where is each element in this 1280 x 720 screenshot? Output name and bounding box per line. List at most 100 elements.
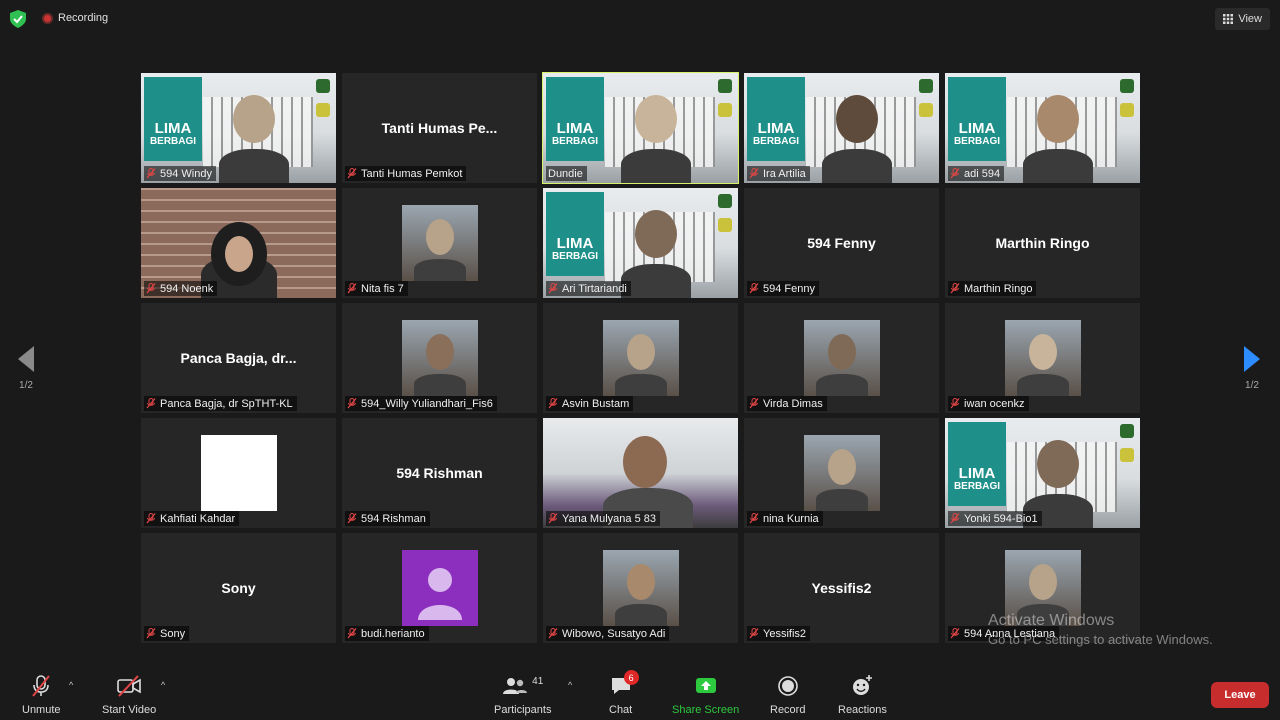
mic-muted-icon [347,398,357,409]
mic-muted-icon [749,628,759,639]
profile-photo [602,550,679,626]
participant-name-label: iwan ocenkz [948,396,1029,411]
share-screen-label: Share Screen [672,704,740,716]
person-head [623,436,667,488]
chevron-right-icon[interactable] [1244,346,1260,372]
mic-muted-icon [749,398,759,409]
participant-tile[interactable]: 594 Fenny 594 Fenny [744,188,939,298]
participant-tile[interactable]: LIMA BERBAGI Ari Tirtariandi [543,188,738,298]
unmute-label: Unmute [22,704,61,716]
chevron-left-icon[interactable] [18,346,34,372]
participant-tile[interactable]: 594_Willy Yuliandhari_Fis6 [342,303,537,413]
participant-name-label: adi 594 [948,166,1005,181]
lima-berbagi-logo: LIMA BERBAGI [948,77,1006,161]
participant-tile[interactable]: Sony Sony [141,533,336,643]
participant-tile[interactable]: budi.herianto [342,533,537,643]
emblem-icon [718,218,732,232]
participant-tile[interactable]: Nita fis 7 [342,188,537,298]
person-shoulders [815,489,868,511]
participants-caret-icon[interactable]: ^ [568,680,572,690]
participant-tile[interactable]: 594 Rishman 594 Rishman [342,418,537,528]
watermark-subtitle: Go to PC settings to activate Windows. [988,632,1213,647]
activate-windows-watermark: Activate Windows Go to PC settings to ac… [988,612,1213,647]
participant-name: Sony [160,627,186,640]
participant-tile[interactable]: Virda Dimas [744,303,939,413]
prev-page[interactable]: 1/2 [18,346,34,391]
participant-tile[interactable]: LIMA BERBAGI Ira Artilia [744,73,939,183]
mic-muted-icon [146,398,156,409]
reactions-label: Reactions [838,704,887,716]
participant-tile[interactable]: 594 Noenk [141,188,336,298]
lima-berbagi-logo: LIMA BERBAGI [747,77,805,161]
person-head [626,564,655,600]
participant-tile[interactable]: nina Kurnia [744,418,939,528]
mic-muted-icon [749,283,759,294]
participant-tile[interactable]: Yana Mulyana 5 83 [543,418,738,528]
top-bar: Recording View [0,0,1280,40]
record-button[interactable]: Record [770,674,805,716]
participant-tile[interactable]: LIMA BERBAGI Dundie [542,72,739,184]
reactions-button[interactable]: Reactions [838,674,887,716]
participant-tile[interactable]: Kahfiati Kahdar [141,418,336,528]
mic-muted-icon [347,513,357,524]
audio-options-caret-icon[interactable]: ^ [69,680,73,690]
mic-muted-icon [749,168,759,179]
participant-tile[interactable]: Asvin Bustam [543,303,738,413]
chat-button[interactable]: 6 Chat [609,670,639,716]
view-button[interactable]: View [1215,8,1270,30]
participant-name: Nita fis 7 [361,282,404,295]
emblem-icon [316,79,330,93]
person-shoulders [621,264,691,298]
next-page[interactable]: 1/2 [1244,346,1260,391]
participant-tile[interactable]: LIMA BERBAGI Yonki 594-Bio1 [945,418,1140,528]
mic-muted-icon [548,283,558,294]
participant-tile[interactable]: Yessifis2 Yessifis2 [744,533,939,643]
participant-tile[interactable]: Marthin Ringo Marthin Ringo [945,188,1140,298]
chat-label: Chat [609,704,633,716]
participant-display-name: 594 Rishman [396,465,483,481]
mic-muted-icon [548,513,558,524]
participant-name: Yonki 594-Bio1 [964,512,1038,525]
leave-button[interactable]: Leave [1211,682,1269,708]
participant-tile[interactable]: LIMA BERBAGI 594 Windy [141,73,336,183]
participant-tile[interactable]: iwan ocenkz [945,303,1140,413]
participant-name-label: Panca Bagja, dr SpTHT-KL [144,396,297,411]
participant-name-label: 594 Windy [144,166,216,181]
share-screen-button[interactable]: Share Screen [672,674,739,716]
person-shoulders [413,259,466,281]
person-head [827,334,856,370]
participant-name-label: Ira Artilia [747,166,810,181]
participant-tile[interactable]: Panca Bagja, dr... Panca Bagja, dr SpTHT-… [141,303,336,413]
gallery-grid: LIMA BERBAGI 594 Windy Tanti Humas Pe... Tan… [141,72,1141,645]
person-shoulders [614,374,667,396]
profile-photo [602,320,679,396]
mic-muted-icon [548,398,558,409]
person-head [635,95,677,143]
lima-berbagi-logo: LIMA BERBAGI [546,192,604,276]
participant-tile[interactable]: LIMA BERBAGI adi 594 [945,73,1140,183]
unmute-button[interactable]: Unmute [22,674,61,716]
default-avatar [401,550,478,626]
user-avatar-icon [417,568,462,620]
participant-name: budi.herianto [361,627,425,640]
participant-name-label: 594_Willy Yuliandhari_Fis6 [345,396,497,411]
video-options-caret-icon[interactable]: ^ [161,680,165,690]
start-video-button[interactable]: Start Video [102,674,156,716]
person-shoulders [219,149,289,183]
participant-tile[interactable]: Wibowo, Susatyo Adi [543,533,738,643]
participant-name-label: Sony [144,626,190,641]
participant-tile[interactable]: Tanti Humas Pe... Tanti Humas Pemkot [342,73,537,183]
participants-count: 41 [532,676,544,687]
share-screen-icon [695,678,716,693]
emblem-icon [1120,424,1134,438]
profile-photo [200,435,277,511]
participant-name: Yessifis2 [763,627,807,640]
person-shoulders [614,604,667,626]
participants-button[interactable]: 41 Participants [494,674,551,716]
recording-indicator[interactable]: Recording [42,12,108,24]
participant-name-label: Kahfiati Kahdar [144,511,240,526]
lima-berbagi-logo: LIMA BERBAGI [144,77,202,161]
encryption-shield-icon[interactable] [10,10,26,28]
participant-name: 594_Willy Yuliandhari_Fis6 [361,397,493,410]
person-head [626,334,655,370]
